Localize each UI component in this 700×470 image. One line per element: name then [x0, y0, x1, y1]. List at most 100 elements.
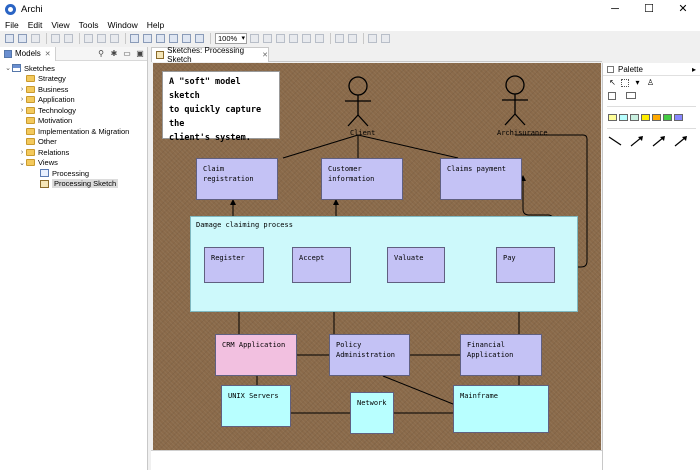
tree-item-view-processing-sketch[interactable]: Processing Sketch: [0, 179, 147, 190]
reset-aspect-icon[interactable]: [381, 34, 390, 43]
tree-item-label: Sketches: [24, 63, 55, 73]
step-valuate[interactable]: Valuate: [387, 247, 445, 283]
menu-file[interactable]: File: [5, 20, 19, 30]
close-icon[interactable]: ✕: [262, 51, 268, 59]
align-center-icon[interactable]: [263, 34, 272, 43]
save-icon[interactable]: [31, 34, 40, 43]
service-customer-information[interactable]: Customer information: [321, 158, 403, 200]
chevron-right-icon[interactable]: ▸: [692, 65, 696, 74]
chevron-down-icon[interactable]: ⌄: [18, 159, 26, 167]
diagram-canvas[interactable]: A "soft" model sketch to quickly capture…: [153, 63, 601, 450]
match-width-icon[interactable]: [335, 34, 344, 43]
navigator-icon[interactable]: [169, 34, 178, 43]
client-actor-icon[interactable]: [345, 76, 371, 127]
maximize-window-button[interactable]: ☐: [632, 0, 666, 18]
tree-item-view-processing[interactable]: Processing: [0, 168, 147, 179]
minimize-icon[interactable]: ▭: [123, 49, 131, 58]
group-tool-icon[interactable]: [626, 92, 636, 99]
new-model-icon[interactable]: [5, 34, 14, 43]
undo-icon[interactable]: [51, 34, 60, 43]
paste-icon[interactable]: [110, 34, 119, 43]
connection-line[interactable]: [357, 134, 459, 159]
align-bottom-icon[interactable]: [315, 34, 324, 43]
menu-edit[interactable]: Edit: [28, 20, 43, 30]
match-height-icon[interactable]: [348, 34, 357, 43]
line-connection-icon[interactable]: [608, 135, 622, 147]
cut-icon[interactable]: [84, 34, 93, 43]
app-policy-administration[interactable]: Policy Administration: [329, 334, 410, 376]
node-mainframe[interactable]: Mainframe: [453, 385, 549, 433]
connection-line[interactable]: [282, 134, 359, 159]
chevron-down-icon[interactable]: ⌄: [4, 64, 12, 72]
chevron-right-icon[interactable]: ›: [18, 86, 26, 93]
menu-tools[interactable]: Tools: [79, 20, 99, 30]
tree-item-motivation[interactable]: Motivation: [0, 116, 147, 127]
service-claims-payment[interactable]: Claims payment: [440, 158, 522, 200]
zoom-combo[interactable]: 100%: [215, 33, 247, 44]
chevron-right-icon[interactable]: ›: [18, 149, 26, 156]
filter-icon[interactable]: ✱: [110, 49, 118, 58]
tree-item-application[interactable]: › Application: [0, 95, 147, 106]
chevron-down-icon[interactable]: ▾: [633, 78, 642, 87]
sticky-color-swatch[interactable]: [674, 114, 683, 121]
palette-icon[interactable]: [182, 34, 191, 43]
tab-models[interactable]: Models ✕: [0, 46, 56, 61]
sticky-color-swatch[interactable]: [608, 114, 617, 121]
chevron-right-icon[interactable]: ›: [18, 96, 26, 103]
properties-icon[interactable]: [143, 34, 152, 43]
tree-item-strategy[interactable]: Strategy: [0, 74, 147, 85]
sticky-color-swatch[interactable]: [663, 114, 672, 121]
archisurance-actor-icon[interactable]: [502, 75, 528, 126]
menu-window[interactable]: Window: [107, 20, 137, 30]
tree-item-sketches[interactable]: ⌄ Sketches: [0, 63, 147, 74]
align-left-icon[interactable]: [250, 34, 259, 43]
arrow-connection-icon[interactable]: [674, 135, 688, 147]
validator-icon[interactable]: [195, 34, 204, 43]
tab-processing-sketch[interactable]: Sketches: Processing Sketch ✕: [151, 46, 269, 64]
default-size-icon[interactable]: [368, 34, 377, 43]
tree-item-technology[interactable]: › Technology: [0, 105, 147, 116]
sketch-note[interactable]: A "soft" model sketch to quickly capture…: [162, 71, 280, 143]
arrow-connection-icon[interactable]: [630, 135, 644, 147]
tree-item-business[interactable]: › Business: [0, 84, 147, 95]
align-right-icon[interactable]: [276, 34, 285, 43]
service-claim-registration[interactable]: Claim registration: [196, 158, 278, 200]
sticky-color-swatch[interactable]: [641, 114, 650, 121]
close-window-button[interactable]: ✕: [666, 0, 700, 18]
marquee-icon[interactable]: [621, 78, 629, 87]
tree-item-other[interactable]: Other: [0, 137, 147, 148]
outline-icon[interactable]: [156, 34, 165, 43]
copy-icon[interactable]: [97, 34, 106, 43]
note-tool-icon[interactable]: [608, 91, 616, 100]
step-accept[interactable]: Accept: [292, 247, 351, 283]
node-network[interactable]: Network: [350, 392, 394, 434]
tree-item-relations[interactable]: › Relations: [0, 147, 147, 158]
align-top-icon[interactable]: [289, 34, 298, 43]
step-register[interactable]: Register: [204, 247, 264, 283]
tree-item-views[interactable]: ⌄ Views: [0, 158, 147, 169]
close-icon[interactable]: ✕: [45, 50, 51, 58]
menu-help[interactable]: Help: [147, 20, 164, 30]
connection-line[interactable]: [382, 375, 464, 409]
minimize-window-button[interactable]: ─: [598, 0, 632, 18]
redo-icon[interactable]: [64, 34, 73, 43]
app-financial-application[interactable]: Financial Application: [460, 334, 542, 376]
chevron-right-icon[interactable]: ›: [18, 107, 26, 114]
open-model-icon[interactable]: [18, 34, 27, 43]
menu-view[interactable]: View: [51, 20, 69, 30]
app-crm-application[interactable]: CRM Application: [215, 334, 297, 376]
horizontal-scrollbar-area[interactable]: [151, 450, 602, 470]
step-pay[interactable]: Pay: [496, 247, 555, 283]
arrow-connection-icon[interactable]: [652, 135, 666, 147]
search-icon[interactable]: ⚲: [97, 49, 105, 58]
format-painter-icon[interactable]: ♙: [646, 78, 655, 87]
sticky-color-swatch[interactable]: [619, 114, 628, 121]
align-middle-icon[interactable]: [302, 34, 311, 43]
sticky-color-swatch[interactable]: [652, 114, 661, 121]
node-unix-servers[interactable]: UNIX Servers: [221, 385, 291, 427]
select-arrow-icon[interactable]: ↖: [608, 78, 617, 87]
tree-item-implementation-migration[interactable]: Implementation & Migration: [0, 126, 147, 137]
sticky-color-swatch[interactable]: [630, 114, 639, 121]
maximize-icon[interactable]: ▣: [136, 49, 144, 58]
models-tree-icon[interactable]: [130, 34, 139, 43]
